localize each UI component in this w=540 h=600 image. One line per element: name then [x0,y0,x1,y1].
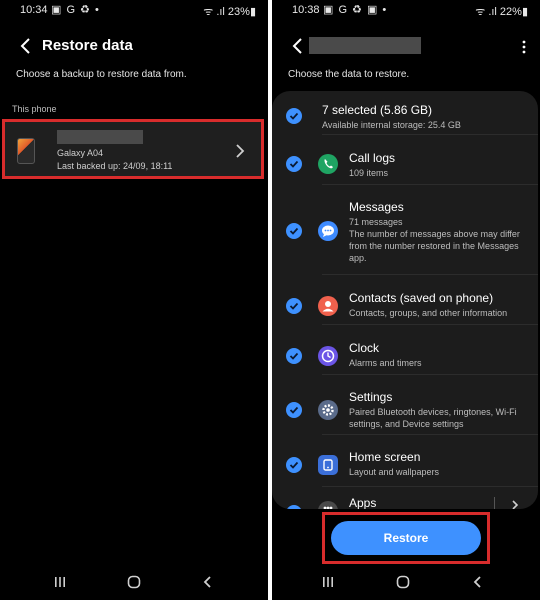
back-arrow-icon[interactable] [16,36,36,56]
recents-icon[interactable] [320,574,336,590]
redacted-title [309,37,421,54]
backup-device-card[interactable]: Galaxy A04 Last backed up: 24/09, 18:11 [2,119,264,179]
person-icon [318,296,338,316]
page-title: Restore data [42,37,133,54]
available-storage: Available internal storage: 25.4 GB [322,120,461,130]
home-screen-checkbox[interactable] [286,457,302,473]
system-indicators: ᯤ .ıl 22%▮ [475,6,528,18]
item-title: Call logs [349,151,396,165]
status-time: 10:38 [292,4,320,16]
item-title: Messages [349,200,404,214]
status-bar: 10:38 ▣ G ♻ ▣ • ᯤ .ıl 22%▮ [272,0,540,20]
status-time: 10:34 [20,4,48,16]
device-model: Galaxy A04 [57,148,104,158]
data-item-messages[interactable]: Messages 71 messages The number of messa… [272,185,538,275]
data-item-settings[interactable]: Settings Paired Bluetooth devices, ringt… [272,375,538,435]
back-icon[interactable] [470,574,486,590]
data-item-contacts[interactable]: Contacts (saved on phone) Contacts, grou… [272,275,538,325]
data-item-home-screen[interactable]: Home screen Layout and wallpapers [272,435,538,487]
item-subtitle: Layout and wallpapers [349,467,440,477]
messages-checkbox[interactable] [286,223,302,239]
call-logs-checkbox[interactable] [286,156,302,172]
phone-thumbnail-icon [17,138,35,164]
select-all-checkbox[interactable] [286,108,302,124]
clock-icon [318,346,338,366]
redacted-device-name [57,130,143,144]
item-title: Contacts (saved on phone) [349,291,494,305]
item-title: Apps [349,496,377,509]
home-icon[interactable] [395,574,411,590]
back-icon[interactable] [200,574,216,590]
notification-icons: ▣ G ♻ • [51,4,100,16]
home-icon[interactable] [126,574,142,590]
apps-icon [318,501,338,509]
recents-icon[interactable] [52,574,68,590]
page-subtitle: Choose the data to restore. [288,69,410,80]
restore-highlight: Restore [322,512,490,564]
vertical-divider [494,497,495,509]
message-icon [318,221,338,241]
home-screen-icon [318,455,338,475]
more-options-icon[interactable] [522,40,526,54]
apps-checkbox[interactable] [286,505,302,509]
item-subtitle: 71 messages The number of messages above… [349,217,520,263]
last-backup-time: Last backed up: 24/09, 18:11 [57,161,173,171]
notification-icons: ▣ G ♻ ▣ • [323,4,388,16]
restore-button[interactable]: Restore [331,521,481,555]
restore-data-screen: 10:34 ▣ G ♻ • ᯤ .ıl 23%▮ Restore data Ch… [0,0,268,600]
phone-icon [318,154,338,174]
item-title: Settings [349,390,393,404]
select-all-row[interactable]: 7 selected (5.86 GB) Available internal … [272,91,538,135]
chevron-right-icon [236,144,245,158]
back-arrow-icon[interactable] [288,36,308,56]
clock-checkbox[interactable] [286,348,302,364]
data-selection-list: 7 selected (5.86 GB) Available internal … [272,91,538,509]
page-subtitle: Choose a backup to restore data from. [16,69,187,80]
chevron-right-icon[interactable] [510,499,520,509]
navigation-bar [272,564,540,600]
data-item-call-logs[interactable]: Call logs 109 items [272,135,538,185]
data-item-apps[interactable]: Apps [272,487,538,509]
gear-icon [318,400,338,420]
section-label: This phone [12,104,57,114]
item-subtitle: Paired Bluetooth devices, ringtones, Wi-… [349,407,517,429]
item-subtitle: Contacts, groups, and other information [349,308,508,318]
settings-checkbox[interactable] [286,402,302,418]
status-bar: 10:34 ▣ G ♻ • ᯤ .ıl 23%▮ [0,0,268,20]
item-title: Home screen [349,450,421,464]
item-subtitle: Alarms and timers [349,358,422,368]
navigation-bar [0,564,268,600]
item-title: Clock [349,341,380,355]
data-item-clock[interactable]: Clock Alarms and timers [272,325,538,375]
selected-count: 7 selected (5.86 GB) [322,103,433,117]
item-subtitle: 109 items [349,168,389,178]
contacts-checkbox[interactable] [286,298,302,314]
choose-data-screen: 10:38 ▣ G ♻ ▣ • ᯤ .ıl 22%▮ Choose the da… [272,0,540,600]
system-indicators: ᯤ .ıl 23%▮ [203,6,256,18]
